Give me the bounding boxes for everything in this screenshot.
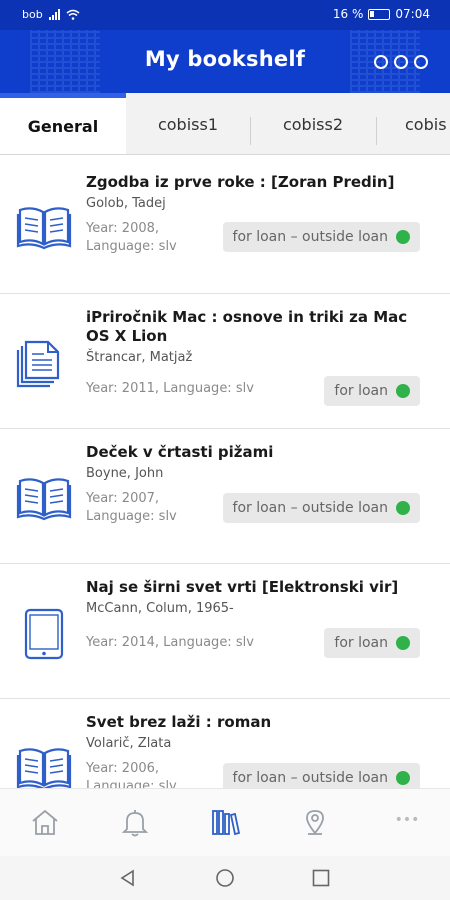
bookshelf-icon[interactable] <box>210 807 240 837</box>
back-icon[interactable] <box>118 868 138 888</box>
carrier-label: bob <box>22 8 43 21</box>
status-badge: for loan <box>324 376 420 406</box>
book-title: iPriročnik Mac : osnove in triki za Mac … <box>86 308 408 345</box>
home-icon[interactable] <box>30 807 60 837</box>
book-meta: Year: 2008, Language: slv <box>86 221 177 254</box>
tab-cobiss1[interactable]: cobiss1 <box>126 93 250 154</box>
book-title: Naj se širni svet vrti [Elektronski vir] <box>86 578 399 596</box>
book-icon <box>16 748 72 788</box>
status-badge: for loan – outside loan <box>222 493 420 523</box>
clock: 07:04 <box>395 7 430 21</box>
app-header: My bookshelf <box>0 30 450 93</box>
battery-icon <box>368 8 391 20</box>
status-dot <box>396 230 410 244</box>
bell-icon[interactable] <box>120 807 150 837</box>
book-author: Volarič, Zlata <box>86 736 172 751</box>
book-title: Svet brez laži : roman <box>86 713 272 731</box>
book-title: Zgodba iz prve roke : [Zoran Predin] <box>86 173 395 191</box>
more-icon[interactable]: ••• <box>392 813 422 845</box>
book-meta: Year: 2006, Language: slv <box>86 761 177 788</box>
status-dot <box>396 384 410 398</box>
list-item[interactable]: Zgodba iz prve roke : [Zoran Predin] Gol… <box>0 156 450 294</box>
location-pin-icon[interactable] <box>300 807 330 837</box>
tab-cobiss2[interactable]: cobiss2 <box>250 93 376 154</box>
status-badge: for loan – outside loan <box>222 763 420 788</box>
tab-bar: General cobiss1 cobiss2 cobis <box>0 93 450 155</box>
list-item[interactable]: Naj se širni svet vrti [Elektronski vir]… <box>0 564 450 699</box>
status-dot <box>396 771 410 785</box>
book-author: Boyne, John <box>86 466 164 481</box>
battery-percent: 16 % <box>332 7 364 21</box>
list-item[interactable]: iPriročnik Mac : osnove in triki za Mac … <box>0 294 450 429</box>
status-badge: for loan – outside loan <box>222 222 420 252</box>
bottom-navigation: ••• <box>0 788 450 856</box>
list-item[interactable]: Deček v črtasti pižami Boyne, John Year:… <box>0 429 450 564</box>
status-bar: bob 16 % 07:04 <box>0 0 450 30</box>
book-author: McCann, Colum, 1965- <box>86 601 234 616</box>
book-title: Deček v črtasti pižami <box>86 443 274 461</box>
list-item[interactable]: Svet brez laži : roman Volarič, Zlata Ye… <box>0 699 450 788</box>
signal-icon <box>48 9 60 20</box>
home-button-icon[interactable] <box>215 868 235 888</box>
wifi-icon <box>66 9 80 20</box>
tablet-icon <box>24 608 64 660</box>
recents-icon[interactable] <box>311 868 331 888</box>
status-dot <box>396 636 410 650</box>
book-icon <box>16 478 72 521</box>
book-meta: Year: 2014, Language: slv <box>86 635 254 650</box>
system-navigation-bar <box>0 856 450 900</box>
book-author: Golob, Tadej <box>86 196 166 211</box>
book-icon <box>16 207 72 250</box>
document-icon <box>16 340 60 388</box>
book-meta: Year: 2011, Language: slv <box>86 381 254 396</box>
book-meta: Year: 2007, Language: slv <box>86 491 177 524</box>
tab-cobis[interactable]: cobis <box>376 93 450 154</box>
more-options-icon[interactable] <box>374 55 428 69</box>
bookshelf-list[interactable]: Zgodba iz prve roke : [Zoran Predin] Gol… <box>0 156 450 788</box>
tab-general[interactable]: General <box>0 93 126 154</box>
status-badge: for loan <box>324 628 420 658</box>
status-dot <box>396 501 410 515</box>
book-author: Štrancar, Matjaž <box>86 350 193 365</box>
